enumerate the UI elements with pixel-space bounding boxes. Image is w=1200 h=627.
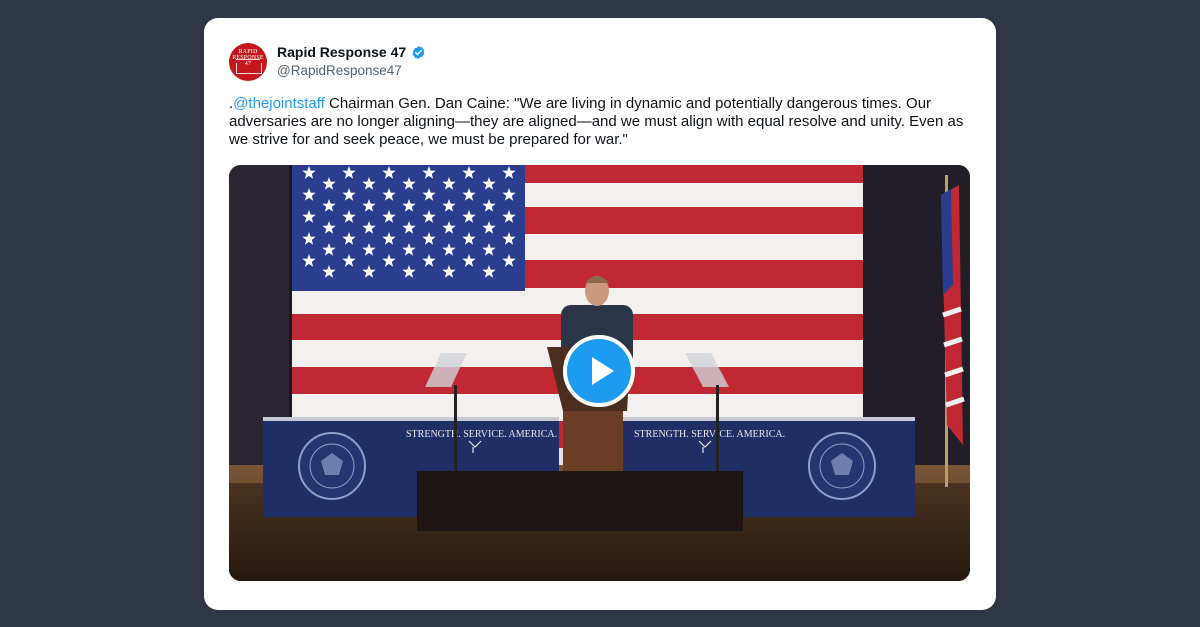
banner-left-text: STRENGTH. SERVICE. AMERICA. <box>406 429 557 440</box>
tweet-card[interactable]: RAPID RESPONSE 47 Rapid Response 47 @Rap… <box>204 18 996 610</box>
play-icon <box>592 357 614 385</box>
whitehouse-icon <box>236 59 262 74</box>
mention-link[interactable]: @thejointstaff <box>233 95 325 112</box>
verified-badge-icon <box>412 45 425 60</box>
tweet-text: .@thejointstaff Chairman Gen. Dan Caine:… <box>229 95 974 149</box>
video-player[interactable]: STRENGTH. SERVICE. AMERICA. STRENGTH. SE… <box>229 165 970 581</box>
tweet-text-body: Chairman Gen. Dan Caine: "We are living … <box>229 95 964 148</box>
user-handle[interactable]: @RapidResponse47 <box>277 63 402 78</box>
avatar[interactable]: RAPID RESPONSE 47 <box>229 43 267 81</box>
display-name[interactable]: Rapid Response 47 <box>277 44 406 60</box>
play-button[interactable] <box>563 335 635 407</box>
banner-right-text: STRENGTH. SERVICE. AMERICA. <box>634 429 785 440</box>
